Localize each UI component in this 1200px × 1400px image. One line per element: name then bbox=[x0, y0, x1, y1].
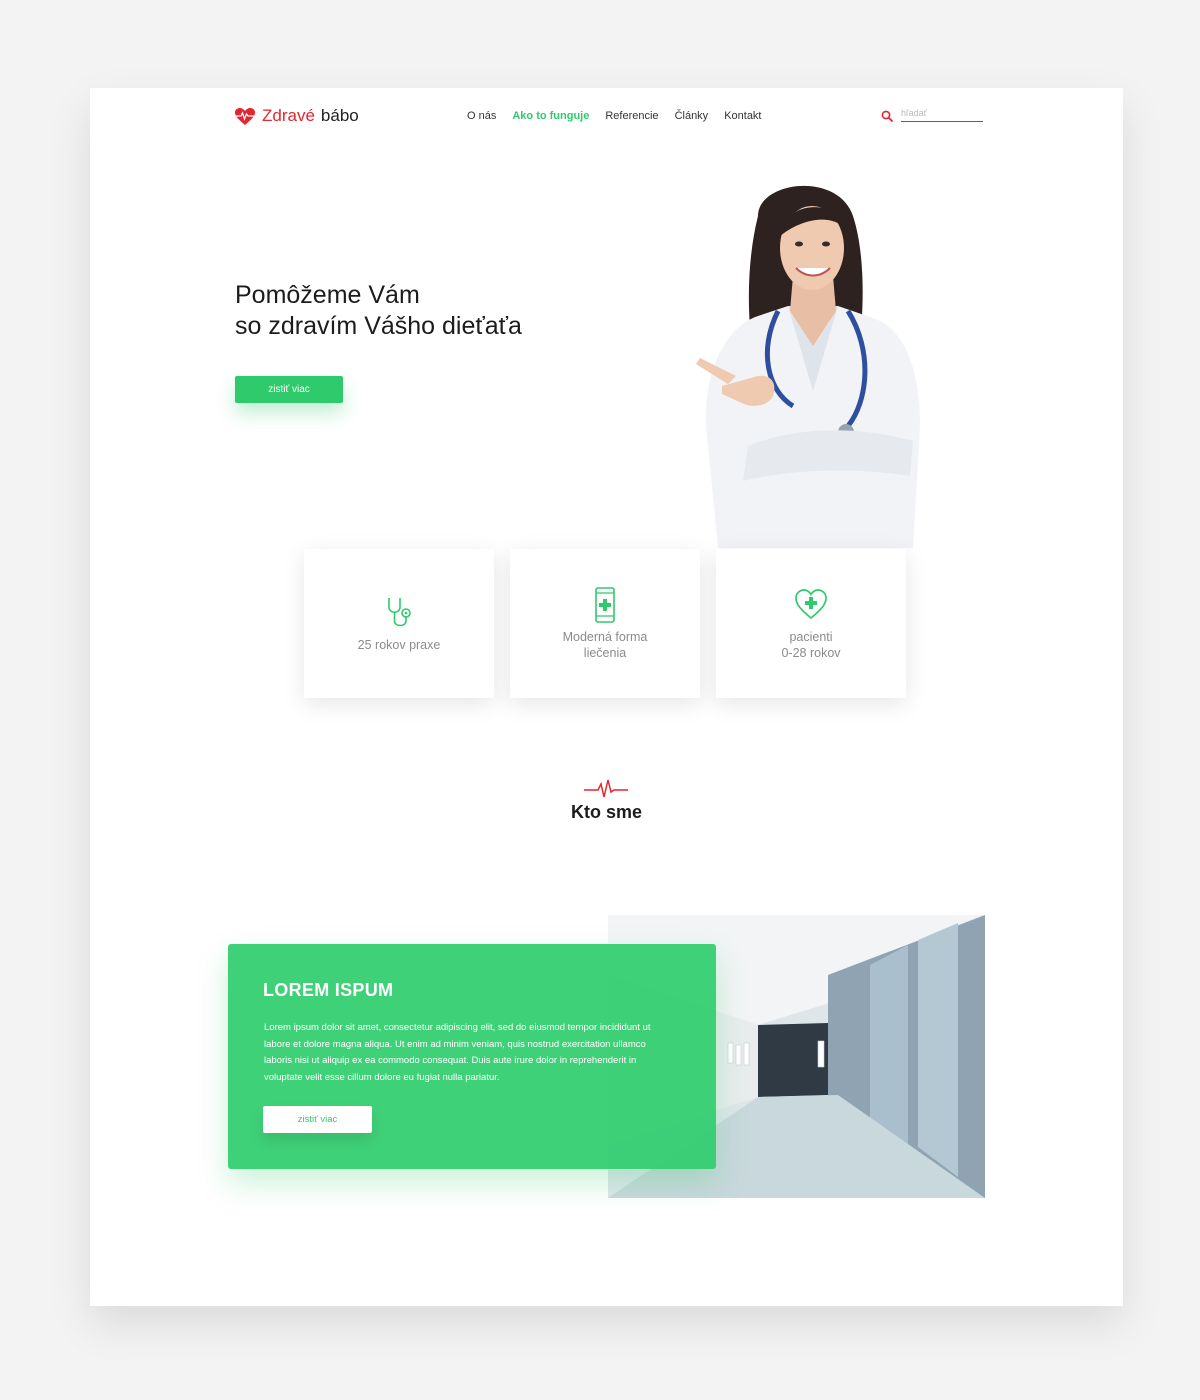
search-icon[interactable] bbox=[881, 110, 893, 122]
brand-name-primary: Zdravé bbox=[262, 106, 315, 125]
feature-label-second-line: 0-28 rokov bbox=[781, 645, 841, 660]
nav-item-o-nas[interactable]: O nás bbox=[467, 110, 496, 122]
pulse-line-icon bbox=[584, 779, 628, 798]
page-container: Zdravé bábo O nás Ako to funguje Referen… bbox=[90, 88, 1123, 1306]
brand-name-secondary: bábo bbox=[320, 106, 359, 125]
feature-label: 25 rokov praxe bbox=[357, 637, 441, 652]
main-nav: O nás Ako to funguje Referencie Články K… bbox=[467, 110, 762, 122]
mobile-plus-icon bbox=[595, 586, 615, 623]
heart-plus-icon bbox=[795, 588, 827, 619]
feature-card-patients: pacienti 0-28 rokov bbox=[716, 549, 906, 698]
feature-label-second-line: liečenia bbox=[583, 645, 627, 660]
hero-title: Pomôžeme Vám so zdravím Vášho dieťaťa bbox=[235, 280, 522, 342]
feature-card-modern-care: Moderná forma liečenia bbox=[510, 549, 700, 698]
nav-item-ako-to-funguje[interactable]: Ako to funguje bbox=[512, 110, 589, 122]
nav-item-kontakt[interactable]: Kontakt bbox=[724, 110, 761, 122]
nav-item-clanky[interactable]: Články bbox=[675, 110, 709, 122]
hero-cta-button[interactable]: zistiť viac bbox=[235, 376, 343, 403]
stethoscope-icon bbox=[388, 597, 411, 626]
nav-item-referencie[interactable]: Referencie bbox=[605, 110, 658, 122]
about-card-title: LOREM ISPUM bbox=[263, 980, 394, 1000]
doctor-photo bbox=[696, 185, 920, 548]
about-cta-button[interactable]: zistiť viac bbox=[263, 1106, 372, 1133]
hero-title-line2: so zdravím Vášho dieťaťa bbox=[235, 312, 522, 340]
feature-cards: 25 rokov praxe Moderná forma liečenia pa… bbox=[304, 549, 906, 698]
about-card: LOREM ISPUM Lorem ipsum dolor sit amet, … bbox=[228, 944, 716, 1169]
hero-title-line1: Pomôžeme Vám bbox=[235, 281, 420, 309]
section-title-kto-sme: Kto sme bbox=[570, 802, 642, 822]
search-bar bbox=[881, 108, 983, 122]
feature-label: Moderná forma bbox=[562, 629, 648, 644]
heart-pulse-icon bbox=[235, 107, 255, 125]
feature-label: pacienti bbox=[789, 629, 833, 644]
about-card-text: Lorem ipsum dolor sit amet, consectetur … bbox=[264, 1022, 651, 1083]
brand-logo[interactable]: Zdravé bábo bbox=[234, 106, 359, 126]
feature-card-experience: 25 rokov praxe bbox=[304, 549, 494, 698]
search-input[interactable] bbox=[901, 108, 983, 122]
